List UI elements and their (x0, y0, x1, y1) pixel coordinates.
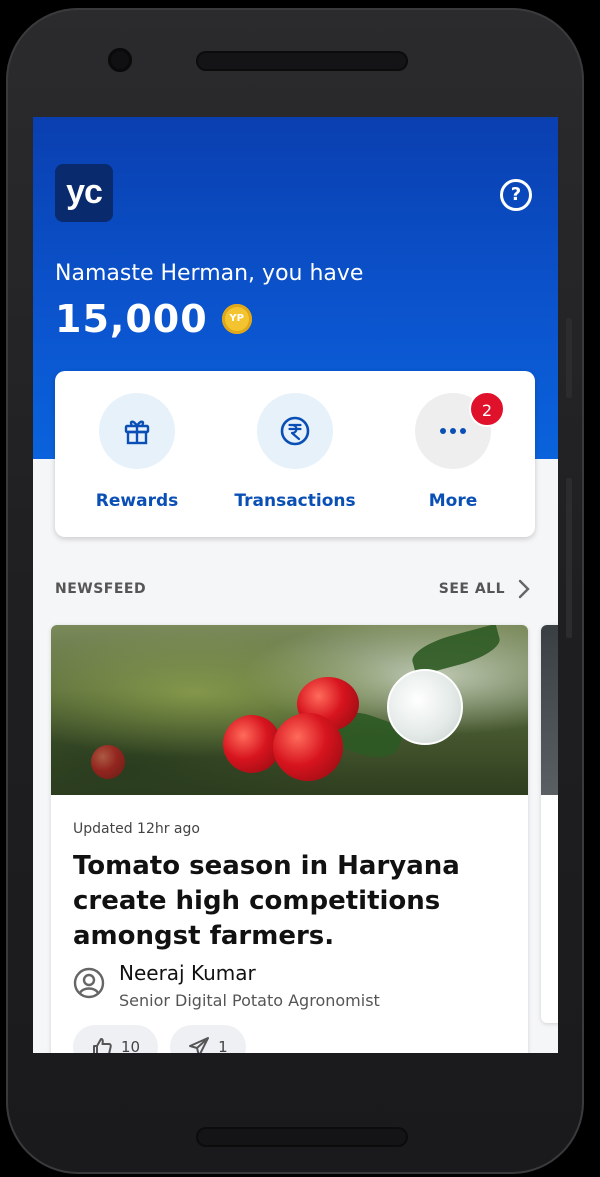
article-headline[interactable]: Tomato season in Haryana create high com… (73, 849, 503, 954)
more-icon-circle[interactable]: 2 (415, 391, 505, 469)
share-count: 1 (218, 1038, 228, 1053)
thumbs-up-icon (93, 1038, 112, 1053)
notification-badge: 2 (469, 391, 505, 427)
more-dots-icon (440, 428, 466, 434)
coin-icon: YP (221, 304, 252, 334)
more-action[interactable]: 2 More (373, 391, 533, 511)
author-role: Senior Digital Potato Agronomist (119, 991, 380, 1010)
quick-actions-card: Rewards Transactions 2 More (55, 371, 535, 537)
share-button[interactable]: 1 (170, 1025, 246, 1053)
send-icon (189, 1037, 210, 1053)
transactions-action[interactable]: Transactions (215, 393, 375, 511)
like-button[interactable]: 10 (73, 1025, 159, 1053)
rewards-action[interactable]: Rewards (57, 393, 217, 511)
user-avatar-icon (73, 967, 105, 999)
news-image[interactable] (51, 625, 528, 795)
more-label[interactable]: More (373, 491, 533, 511)
newsfeed-header: NEWSFEED SEE ALL (55, 578, 535, 601)
points-balance: 15,000 YP (55, 297, 252, 341)
news-card[interactable]: Updated 12hr ago Tomato season in Haryan… (51, 625, 528, 1053)
bottom-speaker (196, 1127, 408, 1147)
power-button (566, 478, 572, 638)
chevron-right-icon[interactable] (517, 578, 531, 600)
rewards-label[interactable]: Rewards (57, 491, 217, 511)
engagement-row: 10 1 (73, 1025, 246, 1053)
transactions-label[interactable]: Transactions (215, 491, 375, 511)
front-camera (108, 48, 132, 72)
next-news-card[interactable] (541, 625, 558, 1023)
greeting-text: Namaste Herman, you have (55, 261, 364, 286)
next-news-image[interactable] (541, 625, 558, 795)
tomato-shape (273, 713, 343, 781)
rewards-icon-circle[interactable] (99, 393, 175, 469)
transactions-icon-circle[interactable] (257, 393, 333, 469)
touch-indicator (387, 669, 463, 745)
rupee-icon (280, 416, 310, 446)
help-icon[interactable]: ? (500, 179, 532, 211)
points-value: 15,000 (55, 297, 208, 341)
like-count: 10 (121, 1038, 141, 1053)
updated-time: Updated 12hr ago (73, 821, 200, 837)
app-logo: yc (55, 164, 113, 222)
newsfeed-title: NEWSFEED (55, 581, 147, 597)
volume-button (566, 318, 572, 398)
gift-icon (124, 420, 150, 445)
see-all-link[interactable]: SEE ALL (439, 581, 505, 597)
app-screen: yc ? Namaste Herman, you have 15,000 YP … (33, 117, 558, 1053)
author-name: Neeraj Kumar (119, 961, 256, 985)
tomato-shape (91, 745, 125, 779)
earpiece-speaker (196, 51, 408, 71)
